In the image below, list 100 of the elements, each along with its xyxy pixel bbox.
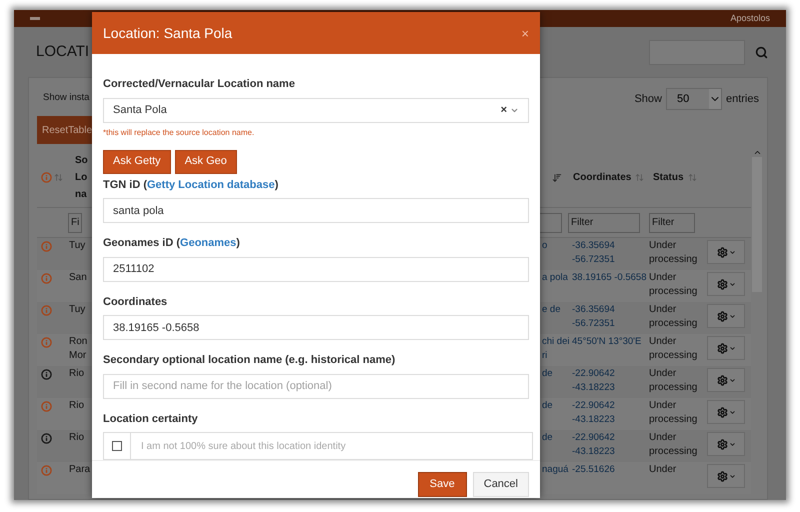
settings-icon	[716, 406, 728, 418]
settings-button[interactable]	[707, 336, 745, 360]
table-cell-text: Under	[649, 335, 678, 349]
show-instances-text: Show insta	[43, 91, 90, 105]
settings-icon	[716, 374, 728, 386]
settings-button[interactable]	[707, 400, 745, 424]
table-cell-text: processing	[649, 381, 698, 395]
table-cell-text: -36.35694	[572, 239, 616, 253]
table-cell-text: Under	[649, 463, 678, 477]
settings-icon	[716, 246, 728, 258]
coordinates-input[interactable]: 38.19165 -0.5658	[103, 315, 529, 340]
table-cell-text: processing	[649, 445, 698, 459]
settings-icon	[716, 310, 728, 322]
settings-icon	[716, 438, 728, 450]
filter-field[interactable]: Filter	[649, 212, 695, 232]
tgn-input[interactable]: santa pola	[103, 198, 529, 223]
caret-icon	[708, 89, 721, 109]
table-cell-text: processing	[649, 349, 698, 363]
caret-icon	[728, 376, 736, 384]
table-cell-text: -56.72351	[572, 317, 616, 331]
table-cell-text: Under	[649, 399, 678, 413]
table-cell-text: -43.18223	[572, 413, 616, 427]
settings-icon	[716, 342, 728, 354]
table-cell-text: 38.19165 -0.5658	[572, 271, 648, 285]
table-cell-text: Mor	[68, 349, 88, 363]
table-cell-text: Under	[649, 367, 678, 381]
settings-button[interactable]	[707, 272, 745, 296]
caret-icon	[728, 312, 736, 320]
field-label: Location certainty	[103, 412, 199, 426]
table-cell-text: Rio	[68, 431, 84, 445]
table-cell-text: Rio	[68, 399, 84, 413]
table-cell-text: -22.90642	[572, 399, 616, 413]
table-cell-text: naguá	[542, 463, 570, 477]
settings-icon	[716, 470, 728, 482]
close-button[interactable]: ×	[521, 26, 529, 40]
column-header: Lo	[74, 171, 88, 185]
filter-field[interactable]: Filter	[568, 212, 640, 232]
field-label: Geonames iD (Geonames)	[103, 236, 241, 251]
save-button[interactable]: Save	[418, 472, 467, 497]
table-cell-text: Under	[649, 239, 678, 253]
ask-button[interactable]: Ask Getty	[103, 150, 171, 174]
table-cell-text: de	[542, 367, 554, 381]
caret-icon	[728, 344, 736, 352]
cancel-button[interactable]: Cancel	[472, 472, 529, 497]
table-cell-text: Tuy	[68, 239, 86, 253]
field-label: TGN iD (Getty Location database)	[103, 178, 280, 192]
settings-button[interactable]	[707, 432, 745, 456]
caret-icon	[728, 472, 736, 480]
page-title: LOCATI	[36, 42, 90, 62]
location-select[interactable]: Santa Pola ×	[103, 98, 529, 122]
geonames-input[interactable]: 2511102	[103, 256, 529, 282]
settings-button[interactable]	[707, 464, 745, 488]
filter-field[interactable]: Fi	[68, 212, 82, 232]
link[interactable]: Geonames	[180, 237, 236, 249]
table-cell-text: -43.18223	[572, 445, 616, 459]
table-cell-text: Ron	[68, 335, 88, 349]
certainty-text-area[interactable]: I am not 100% sure about this location identity	[131, 432, 533, 460]
caret-icon	[728, 280, 736, 288]
settings-button[interactable]	[707, 368, 745, 392]
info-icon[interactable]	[41, 369, 52, 380]
table-cell-text: Under	[649, 303, 678, 317]
table-cell-text: o	[542, 239, 548, 253]
settings-button[interactable]	[707, 240, 745, 264]
table-cell-text: de	[542, 431, 554, 445]
search-icon[interactable]	[755, 46, 768, 58]
table-cell-text: Under	[649, 431, 678, 445]
table-cell-text: de	[542, 399, 554, 413]
table-cell-text: Under	[649, 271, 678, 285]
table-cell-text: -43.18223	[572, 381, 616, 395]
table-cell-text: processing	[649, 285, 698, 299]
field-label: Coordinates	[103, 294, 168, 310]
info-icon[interactable]	[41, 433, 52, 444]
entries-select[interactable]: 50	[666, 88, 722, 110]
table-cell: chi dei	[542, 335, 570, 349]
show-label: Show	[634, 92, 662, 107]
table-cell-text: a pola	[542, 271, 569, 285]
settings-button[interactable]	[707, 304, 745, 328]
table-cell-text: -22.90642	[572, 367, 616, 381]
link[interactable]: Getty Location database	[147, 178, 275, 190]
user-name[interactable]: Apostolos	[730, 12, 770, 26]
caret-icon	[728, 440, 736, 448]
scroll-up-icon[interactable]	[752, 148, 762, 157]
table-cell-text: Para	[68, 463, 90, 477]
table-cell-text: -56.72351	[572, 253, 616, 267]
table-cell-text: e de	[542, 303, 562, 317]
column-header: Coordinates	[573, 171, 632, 185]
table-cell-text: ri	[542, 349, 548, 363]
sort-icon[interactable]	[552, 172, 562, 182]
table-cell-text: Rio	[68, 367, 84, 381]
table-cell-text: -25.51626	[572, 463, 616, 477]
table-cell-text: processing	[649, 413, 698, 427]
caret-icon	[728, 408, 736, 416]
checkbox[interactable]	[112, 441, 122, 451]
clear-icon[interactable]: ×	[500, 102, 507, 118]
field-label: Secondary optional location name (e.g. historical name)	[103, 353, 396, 368]
secondary-name-input[interactable]: Fill in second name for the location (optional)	[103, 374, 529, 398]
ask-button[interactable]: Ask Geo	[174, 150, 237, 174]
info-icon	[41, 172, 52, 183]
field-label: Corrected/Vernacular Location name	[103, 77, 296, 92]
column-header: So	[74, 154, 88, 168]
